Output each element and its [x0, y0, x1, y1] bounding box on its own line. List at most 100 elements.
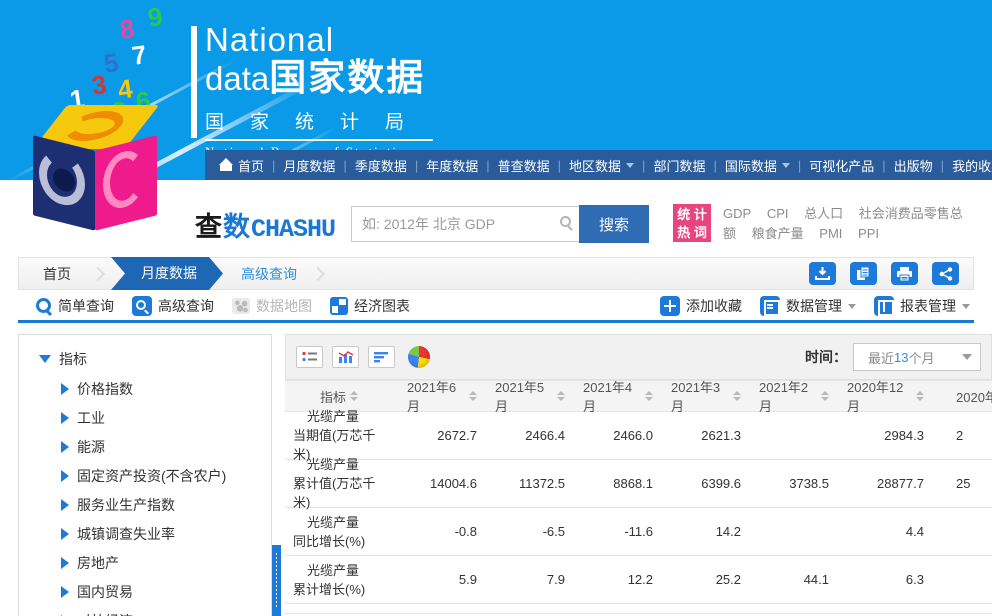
- chevron-down-icon: [782, 163, 790, 168]
- chevron-down-icon: [962, 304, 970, 309]
- col-header[interactable]: 2021年6月: [403, 381, 491, 411]
- hot-word[interactable]: CPI: [767, 206, 789, 221]
- tree-item-unemployment[interactable]: 城镇调查失业率: [61, 524, 271, 544]
- data-content: 时间： 最近13个月 指标 2021年6月 2021年5月 2021年4月 20…: [285, 334, 992, 616]
- hot-words-list: GDP CPI 总人口 社会消费品零售总额 粮食产量 PMI PPI: [723, 204, 973, 244]
- table-view-button[interactable]: [296, 346, 323, 368]
- logo-cube: 9 8 7 5 4 3 1 2 6: [0, 0, 200, 240]
- page: National data国家数据 国家统计局 National Bureau …: [0, 0, 992, 616]
- hot-word[interactable]: 粮食产量: [752, 226, 804, 241]
- data-manage-menu[interactable]: 数据管理: [760, 296, 856, 316]
- nav-item-monthly[interactable]: 月度数据: [277, 156, 341, 175]
- tree-item-services-index[interactable]: 服务业生产指数: [61, 495, 271, 515]
- cell-truncated: [938, 508, 992, 555]
- copy-button[interactable]: [850, 262, 877, 285]
- sort-icon: [821, 391, 829, 401]
- nav-item-quarterly[interactable]: 季度数据: [349, 156, 413, 175]
- nav-item-regional[interactable]: 地区数据: [563, 156, 640, 175]
- hot-word[interactable]: GDP: [723, 206, 751, 221]
- indicator-sidebar: 指标 价格指数 工业 能源 固定资产投资(不含农户) 服务业生产指数 城镇调查失…: [18, 334, 272, 616]
- table-row: 光缆产量累计值(万芯千米) 14004.6 11372.5 8868.1 639…: [285, 460, 992, 508]
- sort-icon: [557, 391, 565, 401]
- sidebar-splitter-handle[interactable]: [272, 545, 281, 616]
- tree-item-domestic-trade[interactable]: 国内贸易: [61, 582, 271, 602]
- economic-charts-button[interactable]: 经济图表: [330, 296, 410, 316]
- hot-word[interactable]: 总人口: [804, 206, 843, 221]
- tree-root-indicator[interactable]: 指标: [39, 349, 271, 369]
- cell: 3738.5: [755, 460, 843, 507]
- tree-item-foreign-economy[interactable]: 对外经济: [61, 611, 271, 616]
- nav-item-annual[interactable]: 年度数据: [420, 156, 484, 175]
- row-indicator: 光缆产量同比增长(%): [285, 508, 403, 555]
- cell: 14004.6: [403, 460, 491, 507]
- add-favorite-button[interactable]: 添加收藏: [660, 296, 742, 316]
- col-header[interactable]: 2021年3月: [667, 381, 755, 411]
- cell: 6399.6: [667, 460, 755, 507]
- cell: 2466.4: [491, 412, 579, 459]
- simple-query-button[interactable]: 简单查询: [36, 296, 114, 316]
- nav-item-department[interactable]: 部门数据: [647, 156, 711, 175]
- brand-line1: National: [205, 22, 433, 58]
- triangle-collapsed-icon: [61, 383, 69, 395]
- home-icon: [219, 159, 233, 171]
- triangle-collapsed-icon: [61, 470, 69, 482]
- download-button[interactable]: [809, 262, 836, 285]
- hot-word[interactable]: PMI: [819, 226, 842, 241]
- cell: [755, 412, 843, 459]
- nav-item-visualization[interactable]: 可视化产品: [803, 156, 880, 175]
- nav-item-favorites[interactable]: 我的收藏: [946, 156, 992, 175]
- hot-words-badge: 统 计 热 词: [673, 204, 711, 242]
- cell: 11372.5: [491, 460, 579, 507]
- table-icon: [874, 296, 894, 316]
- tree-item-fixed-assets[interactable]: 固定资产投资(不含农户): [61, 466, 271, 486]
- report-manage-menu[interactable]: 报表管理: [874, 296, 970, 316]
- search-input[interactable]: [351, 206, 579, 242]
- cell-truncated: [938, 556, 992, 603]
- breadcrumb-home[interactable]: 首页: [19, 264, 93, 284]
- triangle-collapsed-icon: [61, 499, 69, 511]
- nav-item-census[interactable]: 普查数据: [492, 156, 556, 175]
- table-row-partial: [285, 604, 992, 614]
- bureau-underline: [205, 139, 433, 141]
- triangle-expanded-icon: [39, 355, 51, 363]
- sort-icon: [469, 391, 477, 401]
- table-row: 光缆产量累计增长(%) 5.9 7.9 12.2 25.2 44.1 6.3: [285, 556, 992, 604]
- col-header[interactable]: 2020年12月: [843, 381, 938, 411]
- search-icon: [132, 296, 152, 316]
- breadcrumb: 首页 月度数据 高级查询: [18, 257, 974, 290]
- col-header[interactable]: 2021年2月: [755, 381, 843, 411]
- sort-icon: [350, 391, 358, 401]
- pie-chart-view-button[interactable]: [408, 346, 430, 368]
- advanced-query-button[interactable]: 高级查询: [132, 296, 214, 316]
- sort-icon: [916, 391, 924, 401]
- tree-item-industry[interactable]: 工业: [61, 408, 271, 428]
- time-range-select[interactable]: 最近13个月: [853, 343, 981, 371]
- share-button[interactable]: [932, 262, 959, 285]
- search-button[interactable]: 搜索: [579, 205, 649, 243]
- col-header[interactable]: 2021年4月: [579, 381, 667, 411]
- triangle-collapsed-icon: [61, 412, 69, 424]
- tree-item-real-estate[interactable]: 房地产: [61, 553, 271, 573]
- nav-item-publications[interactable]: 出版物: [888, 156, 939, 175]
- logo-numbers: 9 8 7 5 4 3 1 2 6: [0, 0, 200, 110]
- h-bar-view-button[interactable]: [368, 346, 395, 368]
- triangle-collapsed-icon: [61, 528, 69, 540]
- breadcrumb-advanced-query[interactable]: 高级查询: [241, 264, 297, 284]
- col-header-truncated[interactable]: 2020年: [938, 381, 992, 411]
- print-button[interactable]: [891, 262, 918, 285]
- brand-line2: data国家数据: [205, 58, 433, 99]
- time-range-control: 时间： 最近13个月: [805, 343, 981, 371]
- hot-word[interactable]: PPI: [858, 226, 879, 241]
- row-indicator: 光缆产量累计增长(%): [285, 556, 403, 603]
- time-label: 时间：: [805, 347, 847, 367]
- tree-item-energy[interactable]: 能源: [61, 437, 271, 457]
- breadcrumb-monthly-active[interactable]: 月度数据: [111, 257, 223, 290]
- tree-item-price-index[interactable]: 价格指数: [61, 379, 271, 399]
- nav-item-international[interactable]: 国际数据: [719, 156, 796, 175]
- cell: 28877.7: [843, 460, 938, 507]
- data-map-button[interactable]: 数据地图: [232, 296, 312, 316]
- nav-item-home[interactable]: 首页: [213, 156, 270, 175]
- col-header[interactable]: 2021年5月: [491, 381, 579, 411]
- table-row: 光缆产量当期值(万芯千米) 2672.7 2466.4 2466.0 2621.…: [285, 412, 992, 460]
- bar-chart-view-button[interactable]: [332, 346, 359, 368]
